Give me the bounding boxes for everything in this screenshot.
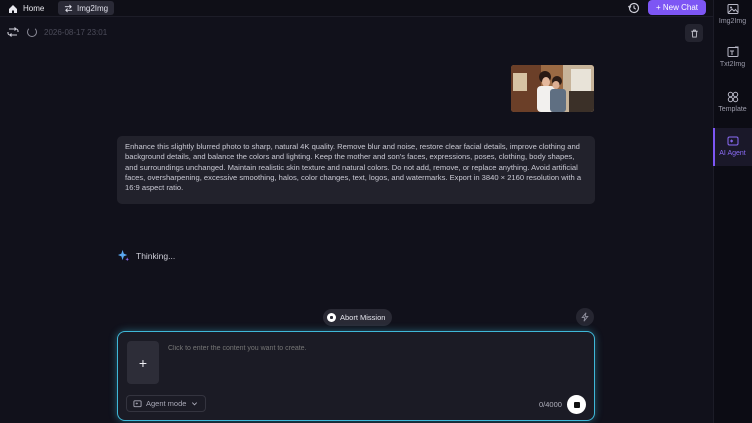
photo-mother-son xyxy=(511,65,594,112)
sidebar-item-label: Txt2Img xyxy=(719,61,746,68)
bolt-icon xyxy=(581,312,589,322)
agent-icon xyxy=(727,136,738,146)
agent-mode-icon xyxy=(133,400,142,408)
sparkle-icon xyxy=(117,249,130,262)
trash-icon xyxy=(690,29,698,38)
spinner-icon xyxy=(27,27,37,37)
character-counter: 0/4000 xyxy=(539,400,562,409)
stop-generation-button[interactable] xyxy=(567,395,586,414)
text-image-icon xyxy=(727,46,738,57)
thinking-label: Thinking... xyxy=(136,250,176,261)
delete-button[interactable] xyxy=(685,24,703,42)
history-icon[interactable] xyxy=(628,2,640,14)
sidebar-item-txt2img[interactable]: Txt2Img xyxy=(713,46,752,68)
composer: + Agent mode 0/4000 xyxy=(117,331,595,421)
top-bar: Home Img2Img + New Chat xyxy=(0,0,752,17)
agent-mode-label: Agent mode xyxy=(146,399,187,408)
agent-mode-dropdown[interactable]: Agent mode xyxy=(126,395,207,412)
add-attachment-button[interactable]: + xyxy=(127,341,159,384)
sidebar-item-img2img[interactable]: Img2Img xyxy=(713,3,752,25)
home-label: Home xyxy=(23,4,45,13)
grid-icon xyxy=(727,91,738,103)
session-header: 2026-08-17 23:01 xyxy=(0,18,712,46)
chevron-down-icon xyxy=(192,402,198,406)
session-timestamp: 2026-08-17 23:01 xyxy=(44,28,108,37)
new-chat-button[interactable]: + New Chat xyxy=(648,0,706,15)
tab-img2img[interactable]: Img2Img xyxy=(58,1,115,15)
swap-icon xyxy=(64,4,73,12)
sidebar-item-label: AI Agent xyxy=(719,150,746,157)
sidebar-item-label: Template xyxy=(718,106,747,113)
uploaded-image-thumbnail[interactable] xyxy=(511,65,594,112)
sidebar-item-template[interactable]: Template xyxy=(713,91,752,113)
home-button[interactable]: Home xyxy=(8,2,44,15)
app-window: Home Img2Img + New Chat Img2Img Txt2Img … xyxy=(0,0,752,423)
stop-icon xyxy=(573,401,580,408)
sidebar-item-label: Img2Img xyxy=(718,18,747,25)
prompt-input[interactable] xyxy=(168,345,568,352)
home-icon xyxy=(9,4,17,13)
abort-mission-button[interactable]: Abort Mission xyxy=(323,309,393,326)
sidebar-item-ai-agent[interactable]: AI Agent xyxy=(713,135,752,157)
abort-label: Abort Mission xyxy=(340,313,386,322)
tab-label: Img2Img xyxy=(77,3,109,13)
bolt-button[interactable] xyxy=(576,308,594,326)
image-icon xyxy=(727,4,738,14)
stop-circle-icon xyxy=(327,313,336,322)
refresh-icon[interactable] xyxy=(7,26,19,38)
user-prompt-message: Enhance this slightly blurred photo to s… xyxy=(117,136,595,204)
thinking-status: Thinking... xyxy=(117,249,175,262)
